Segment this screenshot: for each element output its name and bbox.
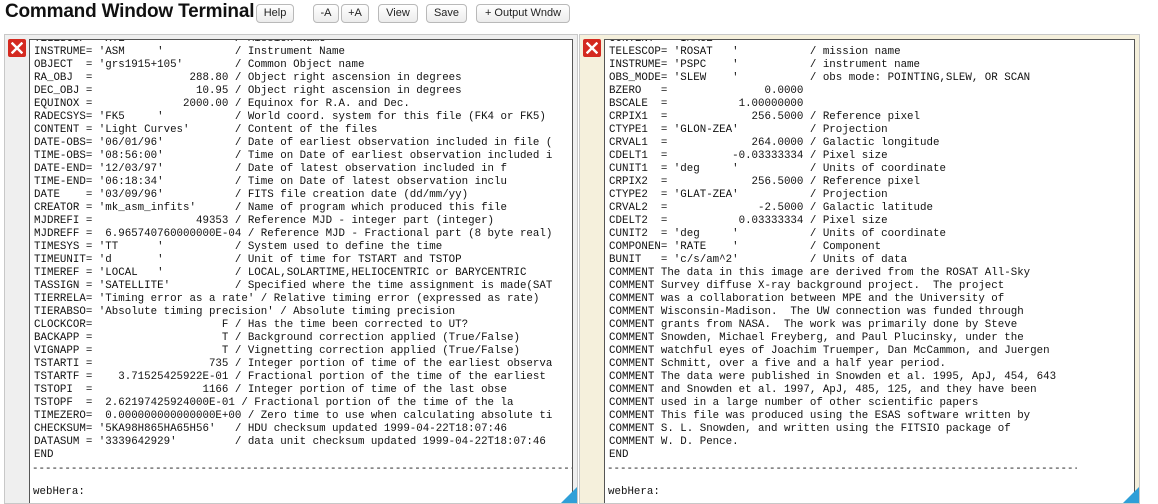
decrease-font-button[interactable]: -A: [313, 4, 339, 23]
terminal-output[interactable]: TELESCOP= 'XTE ' / Mission Name INSTRUME…: [29, 39, 573, 503]
increase-font-button[interactable]: +A: [341, 4, 369, 23]
close-pane-button[interactable]: [583, 39, 601, 57]
output-window-button[interactable]: + Output Wndw: [476, 4, 570, 23]
close-pane-button[interactable]: [8, 39, 26, 57]
help-button[interactable]: Help: [256, 4, 294, 23]
app-title: Command Window Terminal: [5, 1, 255, 22]
save-button[interactable]: Save: [426, 4, 467, 23]
title-bar: Command Window Terminal Help -A +A View …: [0, 0, 1158, 32]
close-icon: [586, 42, 598, 54]
close-icon: [11, 42, 23, 54]
view-button[interactable]: View: [378, 4, 418, 23]
command-prompt[interactable]: webHera:: [608, 486, 660, 498]
resize-grip-icon[interactable]: [1123, 487, 1139, 503]
resize-grip-icon[interactable]: [561, 487, 577, 503]
fits-header-text: CONTENT = 'IMAGE ' TELESCOP= 'ROSAT ' / …: [609, 39, 1057, 461]
separator-line: ----------------------------------------…: [607, 463, 1077, 475]
left-terminal-pane: TELESCOP= 'XTE ' / Mission Name INSTRUME…: [4, 34, 578, 504]
fits-header-text: TELESCOP= 'XTE ' / Mission Name INSTRUME…: [34, 39, 553, 461]
separator-line: ----------------------------------------…: [32, 463, 572, 475]
command-prompt[interactable]: webHera:: [33, 486, 85, 498]
terminal-output[interactable]: CONTENT = 'IMAGE ' TELESCOP= 'ROSAT ' / …: [604, 39, 1135, 503]
right-terminal-pane: CONTENT = 'IMAGE ' TELESCOP= 'ROSAT ' / …: [579, 34, 1140, 504]
